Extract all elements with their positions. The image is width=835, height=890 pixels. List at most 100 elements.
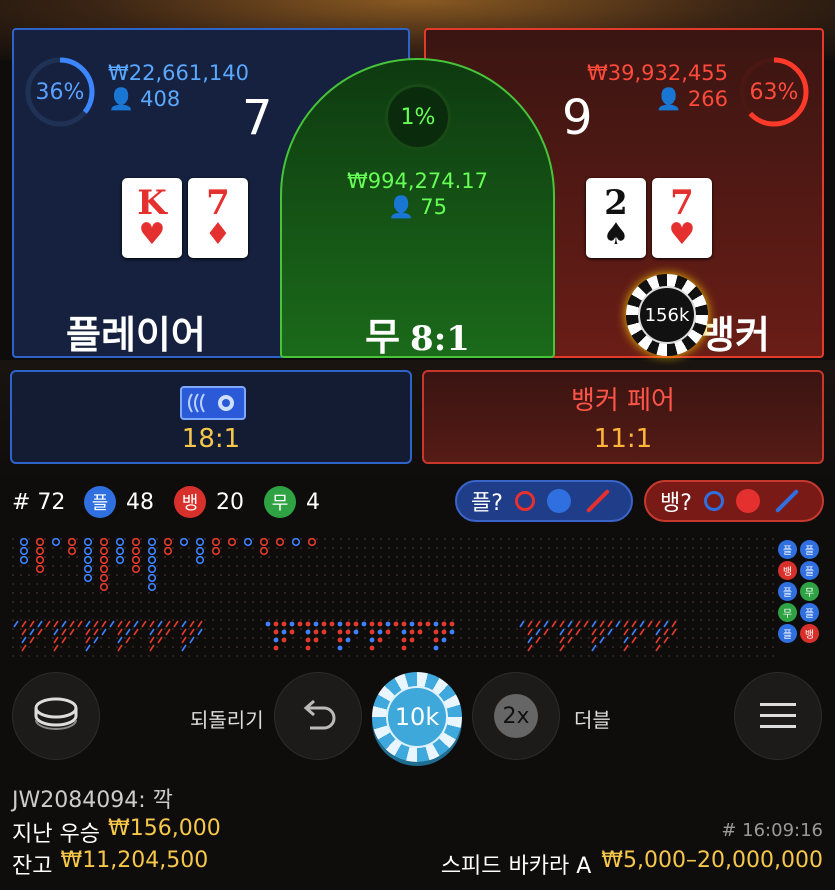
road-grid-dot — [460, 601, 462, 603]
banker-predict-label: 뱅? — [660, 491, 692, 516]
road-grid-dot — [12, 646, 14, 648]
road-grid-dot — [348, 565, 350, 567]
road-grid-dot — [556, 547, 558, 549]
derived-road-mark — [671, 620, 677, 628]
chip-stack-button[interactable] — [12, 672, 100, 760]
road-grid-dot — [428, 619, 430, 621]
tie-percent: 1% — [400, 104, 436, 130]
road-grid-dot — [604, 583, 606, 585]
road-grid-dot — [364, 565, 366, 567]
road-grid-dot — [604, 547, 606, 549]
road-grid-dot — [468, 628, 470, 630]
road-grid-dot — [244, 565, 246, 567]
road-grid-dot — [556, 538, 558, 540]
big-road-mark — [99, 555, 109, 565]
player-predict-button[interactable]: 플? — [455, 480, 633, 522]
road-grid-dot — [380, 574, 382, 576]
derived-road-mark — [313, 629, 319, 635]
road-grid-dot — [132, 619, 134, 621]
road-grid-dot — [460, 646, 462, 648]
road-grid-dot — [356, 565, 358, 567]
road-grid-dot — [308, 619, 310, 621]
selected-chip[interactable]: 10k — [372, 672, 462, 762]
big-road-mark — [83, 537, 93, 547]
road-grid-dot — [172, 538, 174, 540]
road-grid-dot — [404, 538, 406, 540]
round-number: # 72 — [12, 490, 66, 515]
road-grid-dot — [436, 601, 438, 603]
menu-button[interactable] — [734, 672, 822, 760]
road-grid-dot — [436, 565, 438, 567]
road-grid-dot — [52, 592, 54, 594]
road-grid-dot — [492, 601, 494, 603]
derived-road-mark — [607, 620, 613, 628]
player-pair-bet[interactable]: 18:1 — [10, 370, 412, 464]
road-grid-dot — [28, 556, 30, 558]
road-grid-dot — [340, 601, 342, 603]
road-grid-dot — [220, 583, 222, 585]
road-grid-dot — [604, 655, 606, 657]
road-grid-dot — [204, 538, 206, 540]
road-grid-dot — [708, 556, 710, 558]
road-grid-dot — [468, 655, 470, 657]
derived-road-mark — [527, 628, 533, 636]
road-grid-dot — [532, 646, 534, 648]
big-road-mark — [131, 555, 141, 565]
road-grid-dot — [692, 538, 694, 540]
undo-button[interactable] — [274, 672, 362, 760]
placed-chip[interactable]: 156k — [626, 274, 708, 356]
road-grid-dot — [52, 574, 54, 576]
road-grid-dot — [620, 547, 622, 549]
road-grid-dot — [724, 574, 726, 576]
road-grid-dot — [100, 655, 102, 657]
road-grid-dot — [300, 592, 302, 594]
road-grid-dot — [52, 547, 54, 549]
road-grid-dot — [452, 565, 454, 567]
road-grid-dot — [676, 592, 678, 594]
derived-road-mark — [527, 620, 533, 628]
road-grid-dot — [164, 628, 166, 630]
road-grid-dot — [452, 646, 454, 648]
road-grid-dot — [212, 619, 214, 621]
derived-road-mark — [663, 628, 669, 636]
road-grid-dot — [484, 574, 486, 576]
road-grid-dot — [156, 637, 158, 639]
road-grid-dot — [700, 655, 702, 657]
banker-pair-bet[interactable]: 뱅커 페어 11:1 — [422, 370, 824, 464]
road-grid-dot — [148, 601, 150, 603]
player-percent-ring: 36% — [24, 56, 96, 128]
road-grid-dot — [196, 574, 198, 576]
road-grid-dot — [404, 655, 406, 657]
road-grid-dot — [748, 574, 750, 576]
road-grid-dot — [196, 583, 198, 585]
road-grid-dot — [92, 565, 94, 567]
road-grid-dot — [252, 619, 254, 621]
road-grid-dot — [428, 547, 430, 549]
card-rank: 7 — [670, 183, 694, 223]
road-grid-dot — [524, 601, 526, 603]
banker-predict-button[interactable]: 뱅? — [644, 480, 824, 522]
road-grid-dot — [740, 601, 742, 603]
road-grid-dot — [212, 592, 214, 594]
derived-road-mark — [133, 628, 139, 636]
derived-road-mark — [93, 636, 99, 644]
road-grid-dot — [692, 619, 694, 621]
road-map[interactable] — [10, 536, 825, 662]
road-grid-dot — [28, 655, 30, 657]
undo-icon — [303, 699, 336, 730]
road-grid-dot — [372, 538, 374, 540]
road-grid-dot — [572, 619, 574, 621]
road-grid-dot — [508, 592, 510, 594]
road-grid-dot — [604, 556, 606, 558]
road-grid-dot — [612, 592, 614, 594]
road-grid-dot — [612, 583, 614, 585]
big-road-mark — [83, 555, 93, 565]
road-grid-dot — [588, 619, 590, 621]
road-grid-dot — [532, 574, 534, 576]
derived-road-mark — [409, 637, 415, 643]
road-grid-dot — [92, 583, 94, 585]
double-chip: 2x — [494, 694, 538, 738]
road-grid-dot — [292, 556, 294, 558]
double-button[interactable]: 2x — [472, 672, 560, 760]
road-grid-dot — [124, 592, 126, 594]
